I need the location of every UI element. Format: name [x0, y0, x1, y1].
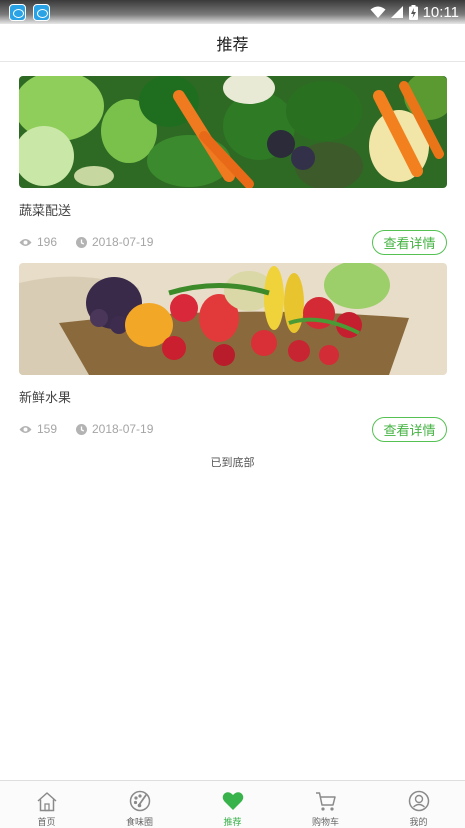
- tab-home[interactable]: 首页: [0, 781, 93, 828]
- fruit-basket-photo[interactable]: [19, 263, 447, 375]
- tab-food-circle[interactable]: 食味圈: [93, 781, 186, 828]
- profile-icon: [408, 790, 430, 812]
- clock-icon: [76, 423, 87, 435]
- status-bar: 10:11: [0, 0, 465, 24]
- cart-icon: [315, 790, 337, 812]
- view-count-value: 159: [37, 422, 58, 436]
- bottom-tab-bar: 首页 食味圈 推荐 购物车 我的: [0, 780, 465, 828]
- clock-icon: [76, 236, 87, 248]
- tab-label: 首页: [37, 818, 56, 828]
- eye-icon: [19, 238, 32, 246]
- battery-charging-icon: [408, 4, 418, 20]
- eye-icon: [19, 425, 32, 433]
- tab-label: 购物车: [311, 818, 339, 828]
- nav-bar: 推荐: [0, 24, 465, 62]
- card-title: 新鲜水果: [19, 391, 72, 406]
- publish-date: 2018-07-19: [76, 422, 153, 436]
- view-count: 196: [19, 235, 57, 249]
- tab-recommend[interactable]: 推荐: [186, 781, 279, 828]
- card-meta: 159 2018-07-19 查看详情: [19, 417, 447, 443]
- tab-label: 食味圈: [125, 818, 153, 828]
- end-of-list-text: 已到底部: [210, 456, 255, 469]
- card-meta: 196 2018-07-19 查看详情: [19, 230, 447, 256]
- tab-cart[interactable]: 购物车: [279, 781, 372, 828]
- publish-date-value: 2018-07-19: [92, 422, 154, 436]
- view-count-value: 196: [37, 235, 58, 249]
- card-title: 蔬菜配送: [19, 204, 72, 219]
- vegetables-photo[interactable]: [19, 76, 447, 188]
- tab-label: 推荐: [223, 818, 242, 828]
- signal-icon: [390, 6, 403, 18]
- publish-date-value: 2018-07-19: [92, 235, 154, 249]
- wifi-icon: [370, 6, 386, 18]
- app-notification-icon: [33, 4, 50, 21]
- page-title: 推荐: [216, 34, 249, 54]
- status-time: 10:11: [422, 3, 459, 21]
- app-notification-icon: [9, 4, 26, 21]
- heart-icon: [222, 790, 244, 812]
- palette-icon: [129, 790, 151, 812]
- view-details-button[interactable]: 查看详情: [372, 230, 447, 255]
- tab-profile[interactable]: 我的: [372, 781, 465, 828]
- tab-label: 我的: [409, 818, 428, 828]
- view-count: 159: [19, 422, 57, 436]
- home-icon: [36, 790, 58, 812]
- view-details-button[interactable]: 查看详情: [372, 417, 447, 442]
- publish-date: 2018-07-19: [76, 235, 153, 249]
